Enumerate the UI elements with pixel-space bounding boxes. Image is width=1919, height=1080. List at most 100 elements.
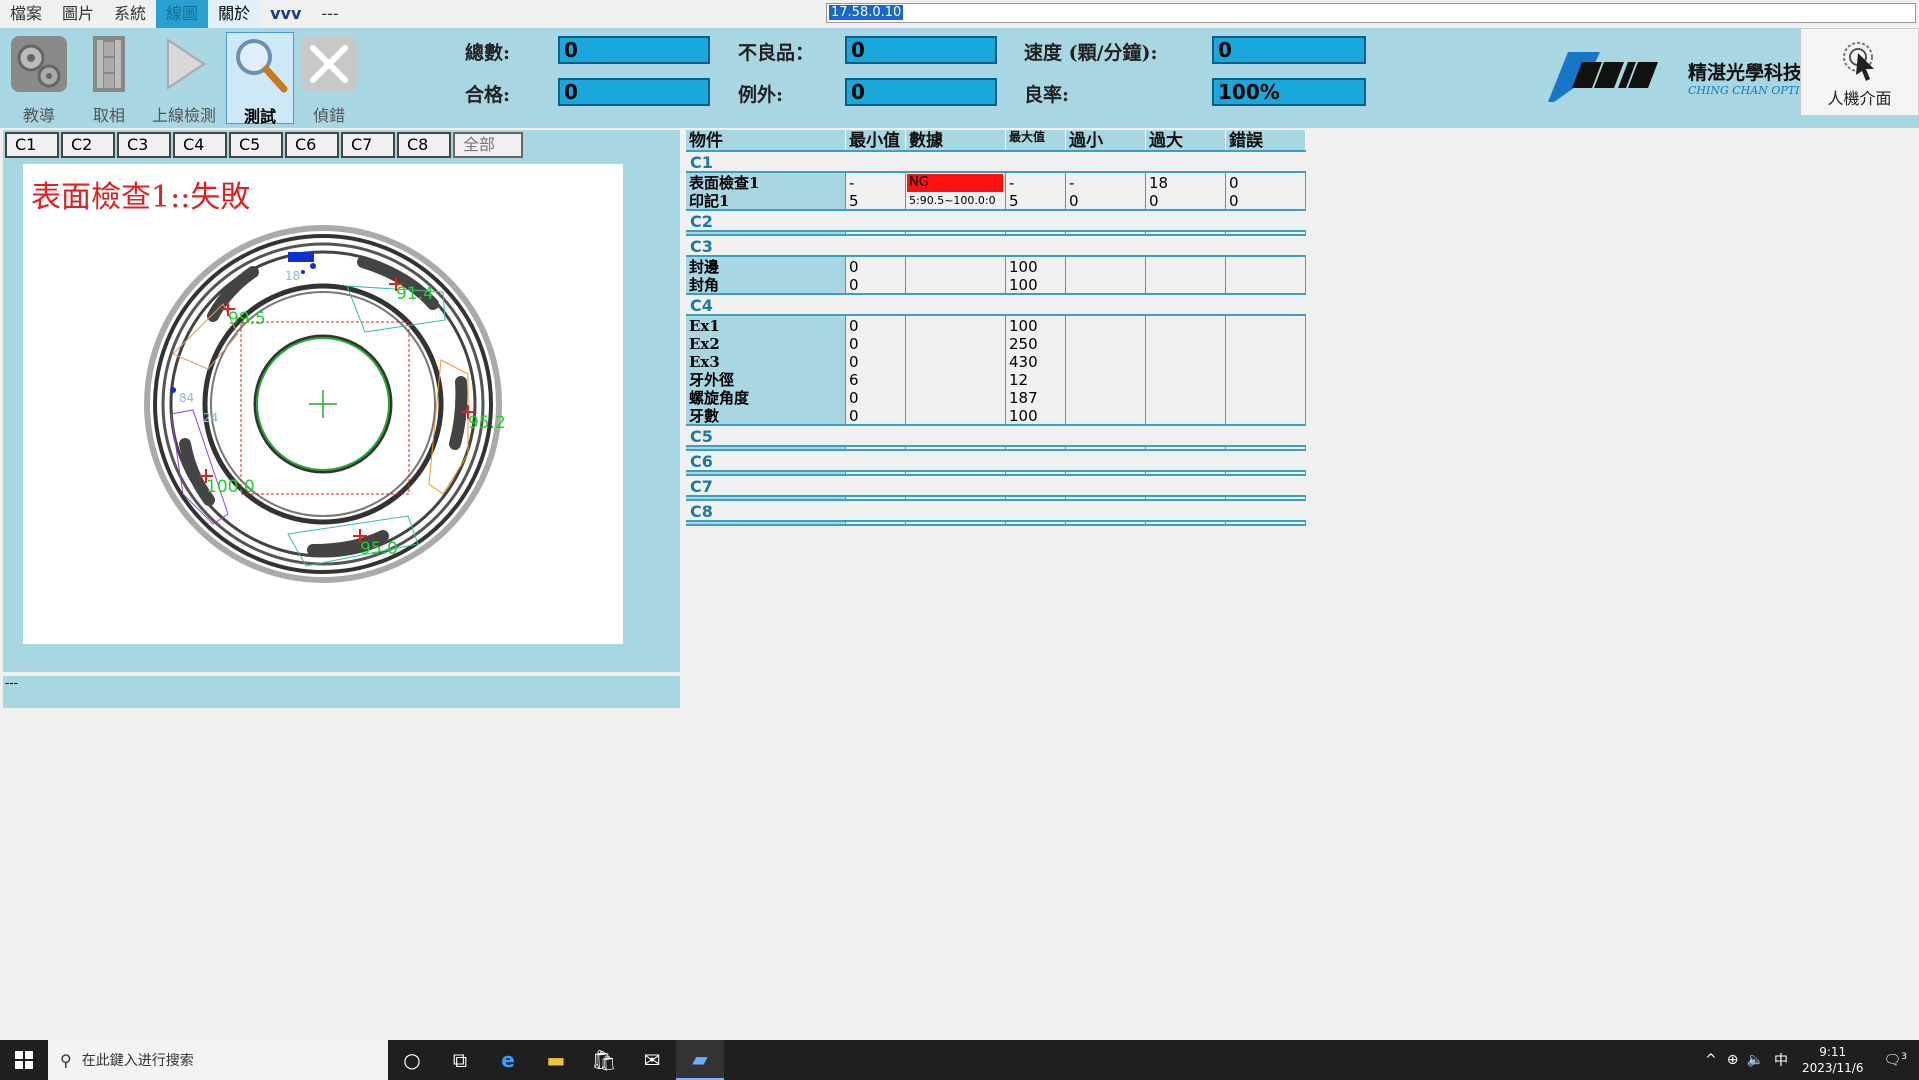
menu-lines[interactable]: 線圖 — [156, 0, 209, 28]
tab-c1[interactable]: C1 — [5, 132, 59, 158]
test-button[interactable]: 測試 — [226, 32, 294, 126]
table-cell[interactable]: Ex2 — [689, 335, 845, 353]
table-cell[interactable]: 牙外徑 — [689, 371, 845, 389]
volume-icon[interactable]: 🔈 — [1743, 1052, 1768, 1068]
column-max — [1006, 447, 1066, 449]
group-title[interactable]: C7 — [686, 476, 1306, 497]
teach-button[interactable]: 教導 — [6, 32, 72, 125]
defect-label: 不良品： — [738, 42, 815, 64]
taskbar-search[interactable]: ⚲ 在此鍵入进行搜索 — [48, 1040, 388, 1080]
menu-vvv[interactable]: vvv — [260, 0, 311, 28]
group-title[interactable]: C2 — [686, 211, 1306, 232]
ccoi-app-icon[interactable]: ▰ — [676, 1040, 724, 1080]
file-explorer-icon[interactable]: ▬ — [532, 1040, 580, 1080]
table-cell — [1069, 353, 1145, 371]
column-err — [1226, 257, 1306, 293]
tab-c3[interactable]: C3 — [117, 132, 171, 158]
ip-value: 17.58.0.10 — [829, 5, 904, 20]
group-title[interactable]: C8 — [686, 501, 1306, 522]
column-over — [1146, 447, 1226, 449]
header-over: 過大 — [1146, 130, 1226, 151]
table-cell: 5 — [1009, 192, 1019, 210]
table-cell[interactable]: Ex3 — [689, 353, 845, 371]
tab-all[interactable]: 全部 — [453, 132, 523, 158]
clock[interactable]: 9:11 2023/11/6 — [1794, 1044, 1872, 1076]
column-data — [906, 447, 1006, 449]
group-rows: 封邊 封角 0 0 100 100 — [686, 257, 1306, 295]
table-cell — [909, 317, 1005, 335]
column-under — [1066, 497, 1146, 499]
chevron-up-icon[interactable]: ^ — [1699, 1052, 1723, 1068]
table-cell: 0 — [1149, 192, 1159, 210]
menu-file[interactable]: 檔案 — [0, 0, 52, 28]
column-err — [1226, 316, 1306, 424]
edge-icon[interactable]: e — [484, 1040, 532, 1080]
table-cell[interactable]: 印記1 — [689, 192, 845, 210]
table-cell[interactable]: 封邊 — [689, 258, 845, 276]
inspection-image[interactable]: 表面檢查1::失敗 91.4 99.5 95.2 100.0 95.0 84 1… — [23, 164, 623, 644]
menu-system[interactable]: 系統 — [104, 0, 156, 28]
ip-input[interactable]: 17.58.0.10 — [826, 3, 1916, 23]
column-min: 00 — [846, 257, 906, 294]
ime-indicator[interactable]: 中 — [1768, 1050, 1794, 1070]
group-title[interactable]: C5 — [686, 426, 1306, 447]
capture-button[interactable]: 取相 — [76, 32, 142, 125]
menu-image[interactable]: 圖片 — [52, 0, 104, 28]
column-over — [1146, 497, 1226, 499]
online-inspect-button[interactable]: 上線檢測 — [148, 32, 220, 125]
table-cell[interactable]: 表面檢查1 — [689, 174, 845, 192]
menu-about[interactable]: 關於 — [208, 0, 261, 28]
table-cell — [909, 407, 1005, 425]
column-under — [1066, 447, 1146, 449]
table-cell[interactable]: 螺旋角度 — [689, 389, 845, 407]
group-title[interactable]: C4 — [686, 295, 1306, 316]
task-view-icon[interactable]: ⧉ — [436, 1040, 484, 1080]
column-data — [906, 522, 1006, 524]
ccoi-logo-icon — [1548, 52, 1658, 102]
table-cell — [1229, 258, 1305, 276]
tab-c4[interactable]: C4 — [173, 132, 227, 158]
table-group-c5: C5 — [686, 426, 1306, 451]
group-title[interactable]: C3 — [686, 236, 1306, 257]
column-over — [1146, 316, 1226, 424]
menu-more[interactable]: --- — [311, 0, 348, 28]
table-cell[interactable]: 封角 — [689, 276, 845, 294]
table-cell[interactable]: Ex1 — [689, 317, 845, 335]
column-under — [1066, 316, 1146, 424]
tab-c7[interactable]: C7 — [341, 132, 395, 158]
debug-button[interactable]: 偵錯 — [296, 32, 362, 125]
table-cell — [1149, 389, 1225, 407]
clock-date: 2023/11/6 — [1801, 1061, 1864, 1075]
group-title[interactable]: C6 — [686, 451, 1306, 472]
exception-value: 0 — [845, 78, 997, 106]
table-cell: 0 — [1229, 174, 1239, 192]
notification-icon[interactable]: 🗨3 — [1871, 1052, 1919, 1069]
table-cell — [1149, 276, 1225, 294]
table-cell: 18 — [1149, 174, 1169, 192]
start-button[interactable] — [0, 1040, 48, 1080]
hmi-button[interactable]: 人機介面 — [1800, 28, 1919, 116]
network-icon[interactable]: ⊕ — [1723, 1052, 1743, 1068]
mail-icon[interactable]: ✉ — [628, 1040, 676, 1080]
tab-c5[interactable]: C5 — [229, 132, 283, 158]
group-rows — [686, 522, 1306, 526]
table-group-c8: C8 — [686, 501, 1306, 526]
tab-c6[interactable]: C6 — [285, 132, 339, 158]
tab-c2[interactable]: C2 — [61, 132, 115, 158]
column-under — [1066, 522, 1146, 524]
clock-time: 9:11 — [1819, 1045, 1847, 1059]
column-over — [1146, 232, 1226, 234]
exception-label: 例外: — [738, 84, 784, 106]
table-cell — [1149, 371, 1225, 389]
column-err — [1226, 472, 1306, 474]
table-cell[interactable]: 牙數 — [689, 407, 845, 425]
table-cell: 0 — [849, 335, 859, 353]
column-name — [686, 522, 846, 524]
group-title[interactable]: C1 — [686, 152, 1306, 173]
table-cell — [1069, 389, 1145, 407]
column-min: -5 — [846, 173, 906, 210]
cortana-icon[interactable]: ○ — [388, 1040, 436, 1080]
table-cell — [1069, 407, 1145, 425]
tab-c8[interactable]: C8 — [397, 132, 451, 158]
store-icon[interactable]: 🛍 — [580, 1040, 628, 1080]
